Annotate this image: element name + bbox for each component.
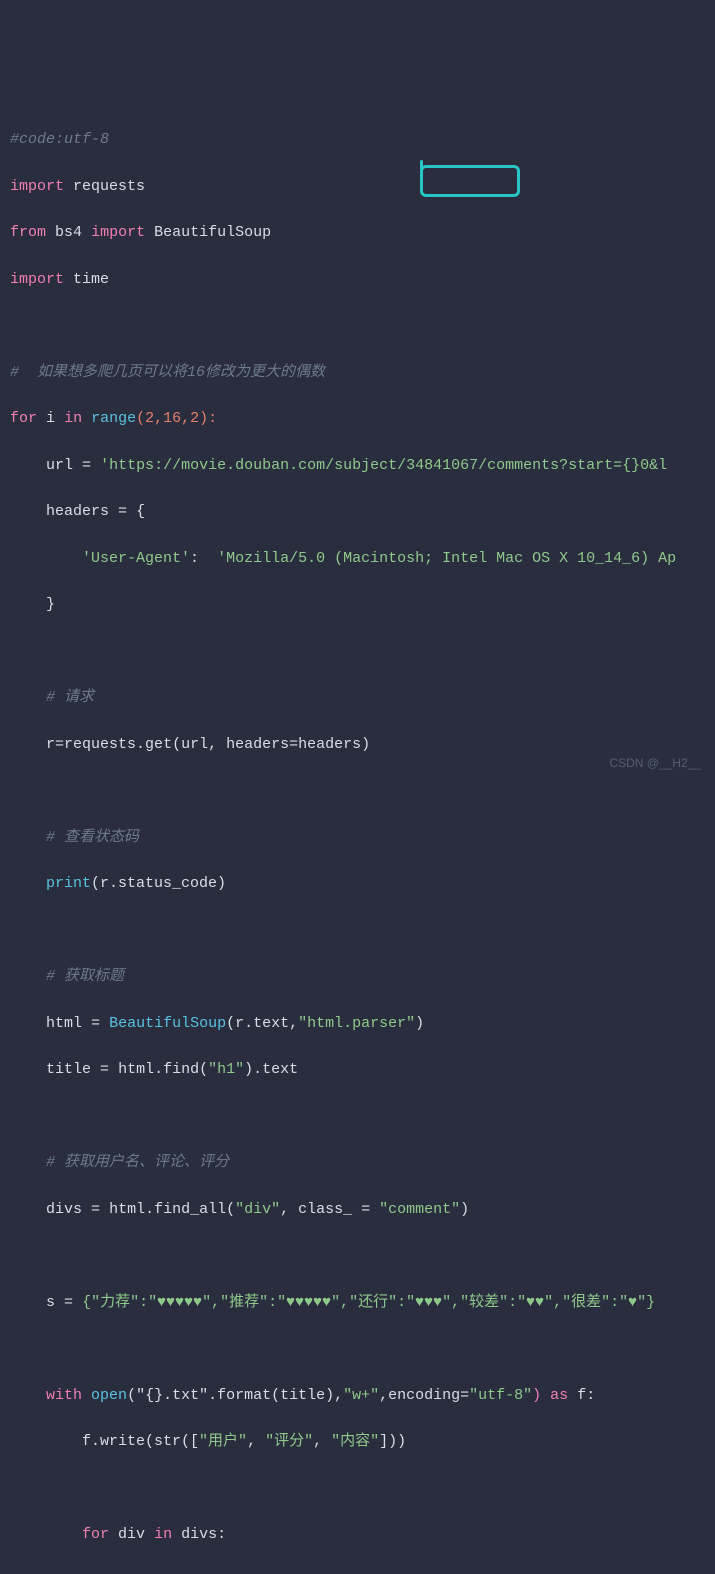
comment: # 获取用户名、评论、评分: [46, 1154, 229, 1171]
module: time: [73, 271, 109, 288]
keyword-from: from: [10, 224, 46, 241]
close: ])): [379, 1433, 406, 1450]
string-key: 'User-Agent': [82, 550, 190, 567]
brace: }: [46, 596, 55, 613]
string: ("-------------------------------------"…: [163, 1573, 532, 1574]
keyword-import: import: [10, 178, 64, 195]
string-value: 'Mozilla/5.0 (Macintosh; Intel Mac OS X …: [217, 550, 676, 567]
variable: div: [118, 1526, 145, 1543]
function-print: print: [118, 1573, 163, 1574]
keyword-in: in: [154, 1526, 172, 1543]
dict-literal: {"力荐":"♥♥♥♥♥","推荐":"♥♥♥♥♥","还行":"♥♥♥","较…: [82, 1294, 655, 1311]
string: "comment": [379, 1201, 460, 1218]
function-print: print: [46, 875, 91, 892]
string: "w+": [343, 1387, 379, 1404]
variable: s: [46, 1294, 55, 1311]
comma: ,: [313, 1433, 331, 1450]
attr: ).text: [244, 1061, 298, 1078]
string: "用户": [199, 1433, 247, 1450]
args: ("{}.txt".format(title),: [127, 1387, 343, 1404]
kwarg: ,encoding=: [379, 1387, 469, 1404]
class: BeautifulSoup: [154, 224, 271, 241]
kwarg: , class_ =: [280, 1201, 379, 1218]
operator: =: [91, 1201, 100, 1218]
numbers: (2,16,2):: [136, 410, 217, 427]
string: "html.parser": [298, 1015, 415, 1032]
function-open: open: [91, 1387, 127, 1404]
keyword-in: in: [64, 410, 82, 427]
keyword-import: import: [10, 271, 64, 288]
comment: # 查看状态码: [46, 829, 139, 846]
keyword-with: with: [46, 1387, 82, 1404]
string-url: 'https://movie.douban.com/subject/348410…: [100, 457, 667, 474]
operator: =: [64, 1294, 73, 1311]
variable: divs:: [181, 1526, 226, 1543]
variable: r: [46, 736, 55, 753]
paren: ): [460, 1201, 469, 1218]
function: range: [91, 410, 136, 427]
arg: (r.status_code): [91, 875, 226, 892]
variable: i: [46, 410, 55, 427]
comment: # 如果想多爬几页可以将16修改为更大的偶数: [10, 364, 325, 381]
comma: ,: [247, 1433, 265, 1450]
module: requests: [73, 178, 145, 195]
call: html.find(: [118, 1061, 208, 1078]
keyword-for: for: [10, 410, 37, 427]
operator: =: [82, 457, 91, 474]
watermark-text: CSDN @__H2__: [609, 754, 701, 773]
colon: :: [190, 550, 199, 567]
operator: =: [100, 1061, 109, 1078]
comment: #code:utf-8: [10, 131, 109, 148]
brace: {: [136, 503, 145, 520]
call: f.write(str([: [82, 1433, 199, 1450]
args: (r.text,: [226, 1015, 298, 1032]
variable: headers: [46, 503, 109, 520]
keyword-import: import: [91, 224, 145, 241]
operator: =: [91, 1015, 100, 1032]
call: requests.get(url, headers=headers): [64, 736, 370, 753]
call: html.find_all(: [109, 1201, 235, 1218]
operator: =: [55, 736, 64, 753]
variable: title: [46, 1061, 91, 1078]
string: "内容": [331, 1433, 379, 1450]
string: "评分": [265, 1433, 313, 1450]
code-editor: #code:utf-8 import requests from bs4 imp…: [10, 105, 705, 1574]
paren: ): [415, 1015, 424, 1032]
variable: divs: [46, 1201, 82, 1218]
string: "div": [235, 1201, 280, 1218]
string: "utf-8": [469, 1387, 532, 1404]
variable: html: [46, 1015, 82, 1032]
class: BeautifulSoup: [109, 1015, 226, 1032]
operator: =: [118, 503, 127, 520]
comment: # 请求: [46, 689, 94, 706]
variable: f:: [577, 1387, 595, 1404]
variable: url: [46, 457, 73, 474]
module: bs4: [55, 224, 82, 241]
keyword-for: for: [82, 1526, 109, 1543]
comment: # 获取标题: [46, 968, 124, 985]
string: "h1": [208, 1061, 244, 1078]
keyword-as: ) as: [532, 1387, 568, 1404]
